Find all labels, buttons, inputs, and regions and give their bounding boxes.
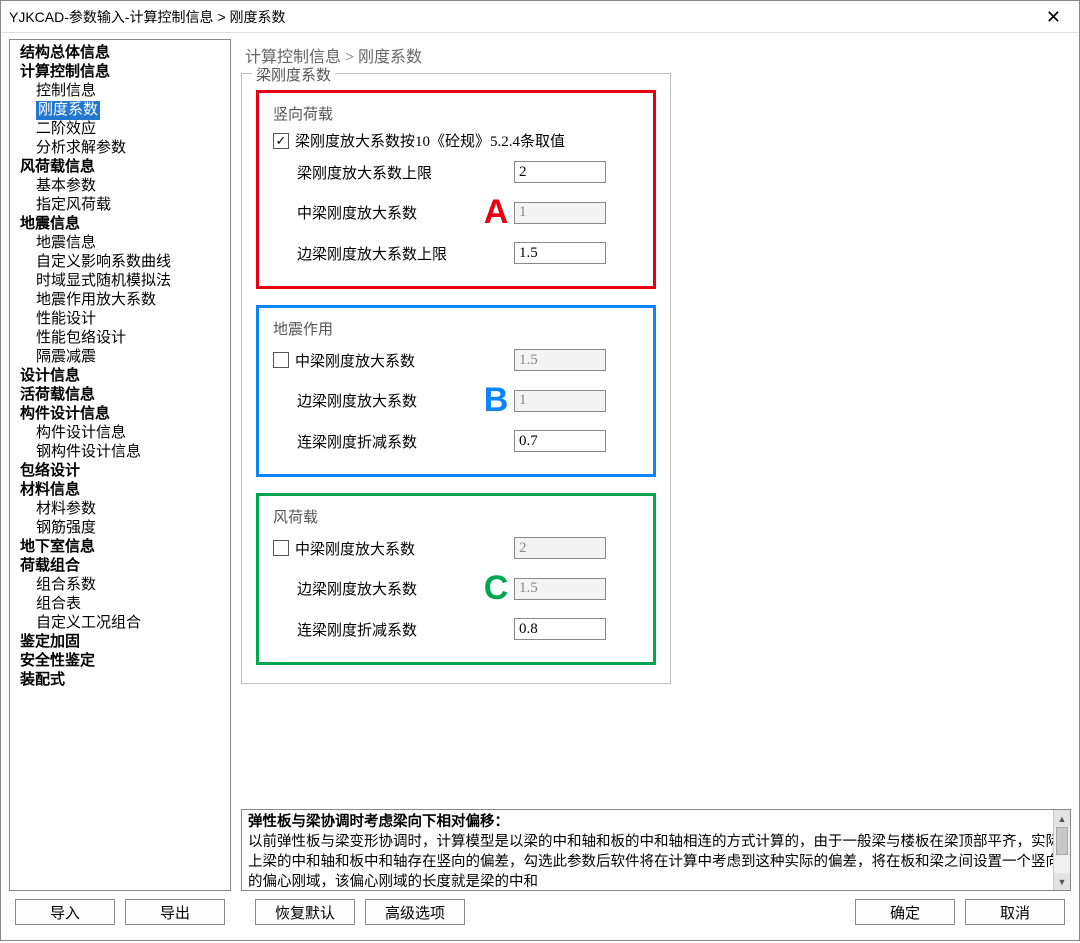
tree-item[interactable]: 指定风荷载 [12, 196, 228, 215]
tree-item[interactable]: 自定义工况组合 [12, 614, 228, 633]
tree-item[interactable]: 钢筋强度 [12, 519, 228, 538]
breadcrumb: 计算控制信息 > 刚度系数 [241, 39, 1071, 71]
tree-item[interactable]: 性能包络设计 [12, 329, 228, 348]
section-vertical-load: 竖向荷载 梁刚度放大系数按10《砼规》5.2.4条取值 梁刚度放大系数上限 中梁… [256, 90, 656, 289]
group-title: 梁刚度系数 [252, 64, 335, 85]
label: 连梁刚度折减系数 [273, 431, 478, 452]
annotation-A: A [478, 193, 514, 232]
tree-item[interactable]: 鉴定加固 [12, 633, 228, 652]
tree-item[interactable]: 结构总体信息 [12, 44, 228, 63]
close-icon[interactable]: ✕ [1036, 1, 1071, 33]
chk-label: 梁刚度放大系数按10《砼规》5.2.4条取值 [295, 130, 565, 151]
tree-item[interactable]: 基本参数 [12, 177, 228, 196]
tree-item[interactable]: 隔震减震 [12, 348, 228, 367]
section-seismic: 地震作用 中梁刚度放大系数 边梁刚度放大系数 B [256, 305, 656, 477]
label: 连梁刚度折减系数 [273, 619, 478, 640]
tree-item[interactable]: 地下室信息 [12, 538, 228, 557]
tree-item[interactable]: 时域显式随机模拟法 [12, 272, 228, 291]
tree-item[interactable]: 自定义影响系数曲线 [12, 253, 228, 272]
checkbox-icon[interactable] [273, 133, 289, 149]
scroll-up-icon[interactable]: ▲ [1054, 810, 1070, 827]
scroll-thumb[interactable] [1056, 827, 1068, 855]
input-mid-beam [514, 202, 606, 224]
tree-item[interactable]: 控制信息 [12, 82, 228, 101]
label: 边梁刚度放大系数上限 [273, 243, 478, 264]
input-upper-limit[interactable] [514, 161, 606, 183]
export-button[interactable]: 导出 [125, 899, 225, 925]
import-button[interactable]: 导入 [15, 899, 115, 925]
section-wind: 风荷载 中梁刚度放大系数 边梁刚度放大系数 C [256, 493, 656, 665]
beam-stiffness-group: 梁刚度系数 竖向荷载 梁刚度放大系数按10《砼规》5.2.4条取值 梁刚度放大系… [241, 73, 671, 684]
reset-default-button[interactable]: 恢复默认 [255, 899, 355, 925]
label: 边梁刚度放大系数 [273, 390, 478, 411]
tree-item[interactable]: 构件设计信息 [12, 405, 228, 424]
tree-item[interactable]: 活荷载信息 [12, 386, 228, 405]
vertical-scrollbar[interactable]: ▲ ▼ [1053, 810, 1070, 890]
ok-button[interactable]: 确定 [855, 899, 955, 925]
tree-item[interactable]: 分析求解参数 [12, 139, 228, 158]
tree-item[interactable]: 地震信息 [12, 215, 228, 234]
help-title: 弹性板与梁协调时考虑梁向下相对偏移： [248, 812, 1064, 832]
chk-label[interactable]: 中梁刚度放大系数 [295, 350, 415, 371]
help-body: 以前弹性板与梁变形协调时，计算模型是以梁的中和轴和板的中和轴相连的方式计算的，由… [248, 832, 1064, 891]
tree-item[interactable]: 包络设计 [12, 462, 228, 481]
checkbox-icon[interactable] [273, 352, 289, 368]
chk-spec-5-2-4[interactable]: 梁刚度放大系数按10《砼规》5.2.4条取值 [273, 130, 639, 151]
nav-tree[interactable]: 结构总体信息 计算控制信息 控制信息 刚度系数 二阶效应 分析求解参数 风荷载信… [9, 39, 231, 891]
tree-item[interactable]: 性能设计 [12, 310, 228, 329]
input-edge-beam-upper[interactable] [514, 242, 606, 264]
tree-item[interactable]: 材料信息 [12, 481, 228, 500]
tree-item[interactable]: 安全性鉴定 [12, 652, 228, 671]
window-title: YJKCAD-参数输入-计算控制信息 > 刚度系数 [9, 1, 286, 33]
input-coupling-reduction[interactable] [514, 618, 606, 640]
tree-item[interactable]: 组合系数 [12, 576, 228, 595]
tree-item[interactable]: 构件设计信息 [12, 424, 228, 443]
tree-item[interactable]: 地震作用放大系数 [12, 291, 228, 310]
advanced-options-button[interactable]: 高级选项 [365, 899, 465, 925]
tree-item[interactable]: 组合表 [12, 595, 228, 614]
chk-label[interactable]: 中梁刚度放大系数 [295, 538, 415, 559]
section-title: 竖向荷载 [273, 103, 639, 124]
label: 中梁刚度放大系数 [273, 202, 478, 223]
tree-item-selected[interactable]: 刚度系数 [12, 101, 228, 120]
checkbox-icon[interactable] [273, 540, 289, 556]
section-title: 地震作用 [273, 318, 639, 339]
tree-item[interactable]: 装配式 [12, 671, 228, 690]
input-edge-beam [514, 390, 606, 412]
help-text-box: 弹性板与梁协调时考虑梁向下相对偏移： 以前弹性板与梁变形协调时，计算模型是以梁的… [241, 809, 1071, 891]
section-title: 风荷载 [273, 506, 639, 527]
tree-item[interactable]: 材料参数 [12, 500, 228, 519]
tree-item[interactable]: 风荷载信息 [12, 158, 228, 177]
tree-item[interactable]: 荷载组合 [12, 557, 228, 576]
annotation-C: C [478, 569, 514, 608]
label: 边梁刚度放大系数 [273, 578, 478, 599]
input-edge-beam [514, 578, 606, 600]
tree-item[interactable]: 钢构件设计信息 [12, 443, 228, 462]
annotation-B: B [478, 381, 514, 420]
input-mid-beam [514, 537, 606, 559]
cancel-button[interactable]: 取消 [965, 899, 1065, 925]
scroll-down-icon[interactable]: ▼ [1054, 873, 1070, 890]
tree-item[interactable]: 设计信息 [12, 367, 228, 386]
window-titlebar: YJKCAD-参数输入-计算控制信息 > 刚度系数 ✕ [1, 1, 1079, 33]
tree-item[interactable]: 二阶效应 [12, 120, 228, 139]
tree-item[interactable]: 地震信息 [12, 234, 228, 253]
input-coupling-reduction[interactable] [514, 430, 606, 452]
tree-item[interactable]: 计算控制信息 [12, 63, 228, 82]
dialog-footer: 导入 导出 恢复默认 高级选项 确定 取消 [9, 891, 1071, 925]
input-mid-beam [514, 349, 606, 371]
label: 梁刚度放大系数上限 [273, 162, 478, 183]
